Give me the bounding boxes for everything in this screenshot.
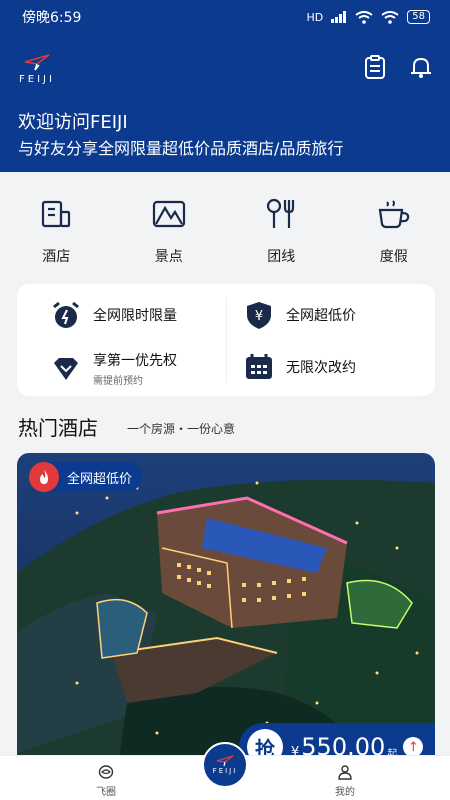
category-vacation[interactable]: 度假 xyxy=(338,196,450,266)
category-row: 酒店 景点 团线 度假 xyxy=(0,196,450,266)
clipboard-icon[interactable] xyxy=(362,54,388,80)
app-logo: FEIJI xyxy=(14,52,60,88)
wifi-icon-2 xyxy=(381,10,399,24)
logo-text: FEIJI xyxy=(19,74,55,85)
status-time: 傍晚6:59 xyxy=(22,10,82,26)
features-card: 全网限时限量 ¥ 全网超低价 享第一优先权 需提前预约 无限次改约 xyxy=(17,284,435,396)
tab-label: 飞圈 xyxy=(96,787,116,798)
header-actions xyxy=(362,54,434,80)
welcome-text: 欢迎访问FEIJI xyxy=(18,112,128,133)
tab-center-label: FEIJI xyxy=(212,767,238,775)
divider xyxy=(226,298,227,382)
calendar-icon xyxy=(246,354,272,379)
bottom-tab-bar: 飞圈 FEIJI 我的 xyxy=(0,742,450,800)
category-label: 酒店 xyxy=(42,249,71,265)
signal-icon xyxy=(331,11,347,23)
category-scenic[interactable]: 景点 xyxy=(113,196,226,266)
network-label: HD xyxy=(306,10,324,24)
section-title: 热门酒店 xyxy=(18,416,98,440)
status-bar: 傍晚6:59 HD 58 xyxy=(0,0,450,34)
fire-icon xyxy=(29,462,59,492)
feature-title: 全网超低价 xyxy=(286,308,356,324)
mountain-icon xyxy=(152,200,185,228)
diamond-icon xyxy=(54,357,78,380)
tab-mine[interactable]: 我的 xyxy=(315,764,375,798)
user-icon xyxy=(338,765,352,780)
category-label: 景点 xyxy=(154,249,183,265)
feature-priority: 享第一优先权 需提前预约 xyxy=(51,350,177,387)
category-tour[interactable]: 团线 xyxy=(225,196,338,266)
feature-subtitle: 需提前预约 xyxy=(93,376,143,387)
tab-feiquan[interactable]: 飞圈 xyxy=(76,764,136,798)
status-icons: HD 58 xyxy=(307,10,430,24)
battery-indicator: 58 xyxy=(407,10,430,24)
feature-reschedule: 无限次改约 xyxy=(244,352,356,382)
yen-shield-icon: ¥ xyxy=(247,302,271,329)
feature-title: 无限次改约 xyxy=(286,360,356,376)
plane-logo-icon xyxy=(24,54,50,71)
coffee-icon xyxy=(378,200,409,229)
category-label: 度假 xyxy=(379,249,408,265)
tour-icon xyxy=(267,198,295,228)
category-hotel[interactable]: 酒店 xyxy=(0,196,113,266)
slogan-text: 与好友分享全网限量超低价品质酒店/品质旅行 xyxy=(18,139,344,158)
bell-icon[interactable] xyxy=(408,54,434,80)
plane-logo-icon xyxy=(216,755,234,767)
tab-home[interactable]: FEIJI xyxy=(202,742,248,788)
header: 傍晚6:59 HD 58 FEIJI 欢迎访问FEIJI 与好友分享全网限量超低… xyxy=(0,0,450,172)
badge-label: 全网超低价 xyxy=(67,471,133,487)
alarm-clock-icon xyxy=(53,301,79,328)
section-subtitle: 一个房源・一份心意 xyxy=(127,422,236,436)
hotel-card[interactable]: 全网超低价 抢 ¥ 550.00 起 ↑ xyxy=(17,453,435,773)
tab-label: 我的 xyxy=(335,787,355,798)
price-badge: 全网超低价 xyxy=(29,462,143,492)
feature-title: 全网限时限量 xyxy=(93,308,177,324)
feature-title: 享第一优先权 xyxy=(93,353,177,369)
feature-limited: 全网限时限量 xyxy=(51,300,177,330)
wifi-icon xyxy=(355,10,373,24)
feature-lowest-price: ¥ 全网超低价 xyxy=(244,300,356,330)
category-label: 团线 xyxy=(267,249,296,265)
chat-eye-icon xyxy=(98,765,114,779)
svg-text:¥: ¥ xyxy=(255,309,263,324)
arrow-up-icon[interactable]: ↑ xyxy=(403,737,424,757)
hotel-icon xyxy=(42,200,71,228)
